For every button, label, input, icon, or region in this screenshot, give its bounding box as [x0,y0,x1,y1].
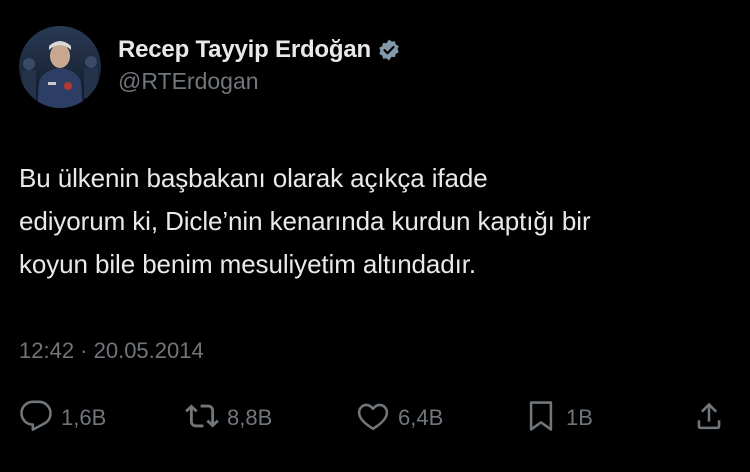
share-icon [692,399,726,438]
avatar-image [19,26,101,108]
bookmark-button[interactable]: 1B [524,396,593,440]
retweet-count: 8,8B [227,405,273,430]
verified-badge-icon[interactable] [377,38,401,62]
retweet-button[interactable]: 8,8B [185,396,272,440]
display-name[interactable]: Recep Tayyip Erdoğan [118,36,371,64]
tweet: Recep Tayyip Erdoğan @RTErdogan Bu ülken… [0,0,750,472]
reply-icon [19,399,53,438]
retweet-icon [185,399,219,438]
like-count: 6,4B [398,405,444,430]
display-name-row: Recep Tayyip Erdoğan [118,34,401,66]
author-block: Recep Tayyip Erdoğan @RTErdogan [118,34,401,95]
share-button[interactable] [692,396,726,440]
reply-button[interactable]: 1,6B [19,396,106,440]
bookmark-icon [524,399,558,438]
handle[interactable]: @RTErdogan [118,68,401,95]
avatar[interactable] [19,26,101,108]
reply-count: 1,6B [61,405,107,430]
like-button[interactable]: 6,4B [356,396,443,440]
tweet-text-line: Bu ülkenin başbakanı olarak açıkça ifade [19,163,488,193]
action-bar: 1,6B 8,8B 6,4B 1B [0,396,750,440]
tweet-text: Bu ülkenin başbakanı olarak açıkça ifade… [19,157,734,286]
tweet-text-line: ediyorum ki, Dicle’nin kenarında kurdun … [19,206,591,236]
bookmark-count: 1B [566,405,593,430]
tweet-timestamp[interactable]: 12:42 · 20.05.2014 [19,338,204,364]
heart-icon [356,399,390,438]
tweet-text-line: koyun bile benim mesuliyetim altındadır. [19,249,477,279]
